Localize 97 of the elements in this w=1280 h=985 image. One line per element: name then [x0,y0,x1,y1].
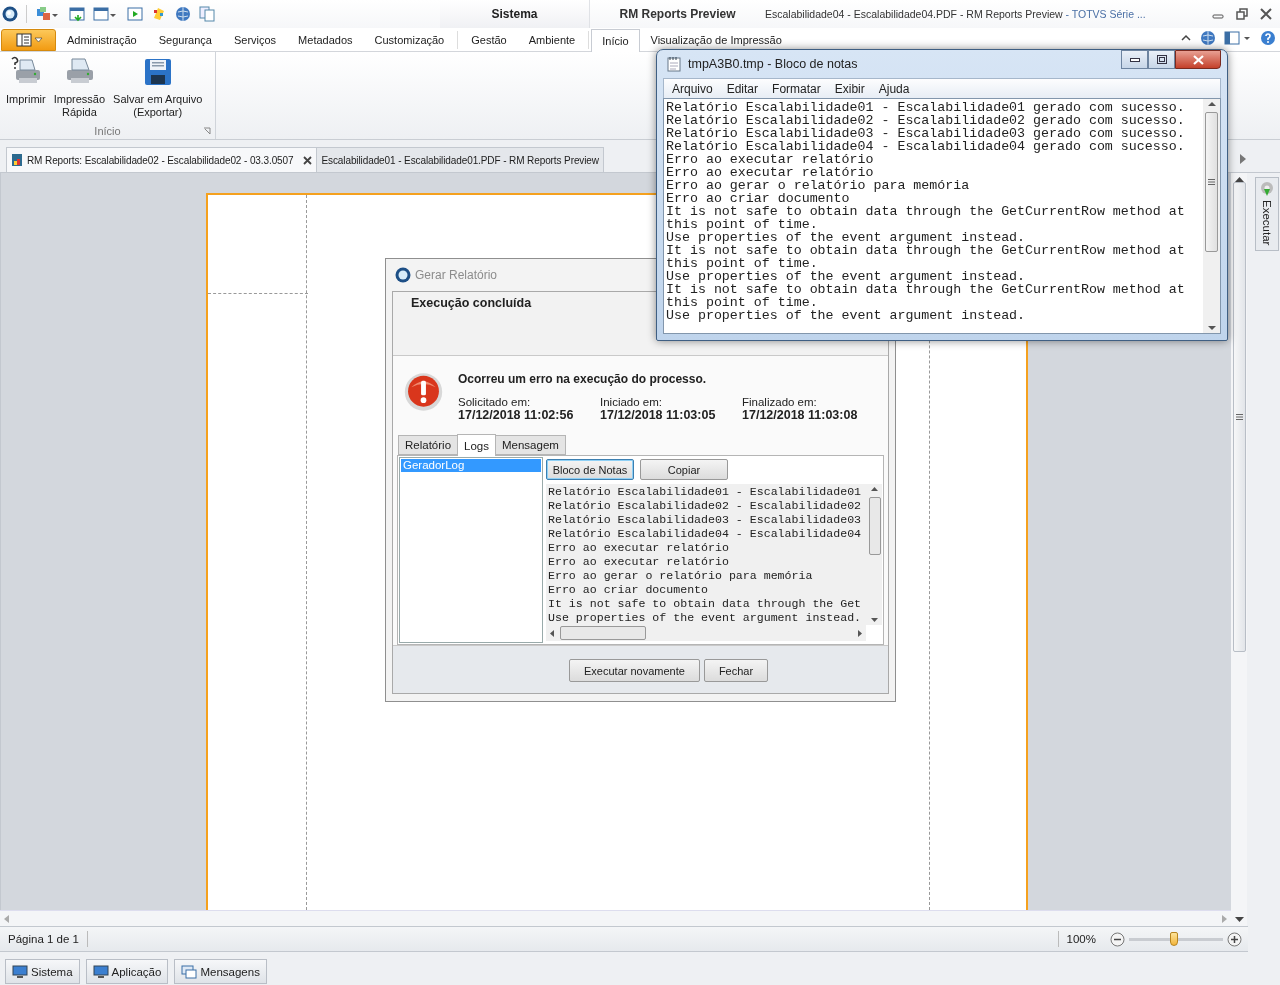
scroll-left-icon[interactable] [550,629,554,637]
scroll-up-icon[interactable] [871,487,878,491]
dialog-launcher-icon[interactable] [203,127,211,135]
dialog-tab[interactable]: Logs [457,434,496,456]
scroll-right-icon[interactable] [1240,154,1246,164]
run-window-icon[interactable] [127,6,143,22]
ribbon-tab[interactable]: Administração [56,31,148,48]
dialog-heading: Execução concluída [411,296,532,310]
ribbon-tab[interactable]: Gestão [460,31,518,48]
maximize-button[interactable] [1148,50,1175,69]
grip-icon [1235,414,1243,420]
computer-icon [12,964,28,979]
ribbon-tab[interactable]: Customização [363,31,456,48]
palette-icon[interactable] [151,6,167,22]
close-button[interactable]: Fechar [703,659,769,682]
page-indicator: Página 1 de 1 [8,933,79,945]
book-dropdown-icon [14,33,43,47]
scrollbar-thumb[interactable] [1205,112,1218,252]
group-label: Início [94,125,121,137]
dialog-tab[interactable]: Mensagem [494,435,566,455]
zoom-slider-thumb[interactable] [1170,931,1179,946]
time-label: Solicitado em: [458,396,532,408]
copy-pages-icon[interactable] [199,6,215,22]
zoom-level: 100% [1066,933,1096,945]
notepad-icon [666,56,682,72]
tab-label: RM Reports: Escalabilidade02 - Escalabilidade02 - 03.3.0507 [27,154,294,166]
scroll-down-icon[interactable] [871,618,878,622]
minimize-button[interactable] [1121,50,1148,69]
time-label: Finalizado em: [742,396,818,408]
zoom-in-icon[interactable] [1227,931,1242,947]
restore-icon[interactable] [1236,8,1248,20]
panel-tab[interactable]: Sistema [5,959,80,984]
report-icon [11,153,23,167]
log-text: Relatório Escalabilidade01 - Escalabilidade01 Relatório Escalabilidade02 - Escalabilidade02 Relatório Escalabilidade03 - Escalabilidade03 Relatório Escalabilidade04 - Escalabilidade04 Erro ao executar relatório Erro ao executar relatório Erro ao gerar o relatório para memória Erro ao criar documento It is not safe to obtain data through the Get Use properties of the event argument instead. [547,484,863,625]
menu-item[interactable]: Editar [726,81,759,96]
time-value: 17/12/2018 11:03:08 [742,408,859,422]
app-logo-icon [395,267,411,283]
text-content: Relatório Escalabilidade01 - Escalabilidade01 gerado com sucesso. Relatório Escalabilidade02 - Escalabilidade02 gerado com sucesso. Relatório Escalabilidade03 - Escalabilidade03 gerado com sucesso. Relatório Escalabilidade04 - Escalabilidade04 gerado com sucesso. Erro ao executar relatório Erro ao executar relatório Erro ao gerar o relatório para memória Erro ao criar documento It is not safe to obtain data through the GetCurrentRow method at this point of time. Use properties of the event argument instead. It is not safe to obtain data through the GetCurrentRow method at this point of time. Use properties of the event argument instead. It is not safe to obtain data through the GetCurrentRow method at this point of time. Use properties of the event argument instead. [665,99,1186,325]
application-menu-button[interactable] [1,29,56,51]
ribbon-tab[interactable]: Serviços [222,31,288,48]
help-icon[interactable] [1260,30,1276,46]
ribbon-button[interactable]: Imprimir [4,56,48,125]
close-button[interactable] [1175,50,1221,69]
app-logo-icon[interactable] [2,6,18,22]
cubes-dropdown-icon[interactable] [35,6,61,22]
close-icon[interactable] [1260,8,1272,20]
minimize-icon [1129,57,1140,62]
menu-item[interactable]: Exibir [834,81,865,96]
close-icon [1192,54,1204,65]
side-panel-label: Executar [1261,200,1273,246]
globe-icon[interactable] [1200,30,1216,46]
scrollbar-thumb[interactable] [560,626,646,640]
side-panel-tab[interactable]: Executar [1255,177,1279,251]
document-tab[interactable]: Escalabilidade01 - Escalabilidade01.PDF - RM Reports Preview [316,147,604,172]
messages-icon [181,964,198,979]
time-value: 17/12/2018 11:03:05 [600,408,717,422]
ribbon-tab[interactable]: Ambiente [517,31,587,48]
maximize-icon [1156,55,1167,64]
ribbon-tab[interactable]: Visualização de Impressão [639,31,793,48]
app-title: RM Reports Preview [618,6,737,23]
context-title: Sistema [440,0,590,28]
time-label: Iniciado em: [600,396,663,408]
layout-dropdown-icon[interactable] [1224,30,1252,46]
grip-icon [1208,179,1215,185]
scroll-down-icon[interactable] [1207,326,1216,330]
ribbon-tab[interactable]: Metadados [287,31,364,48]
globe-icon[interactable] [175,6,191,22]
scrollbar-thumb[interactable] [1232,182,1246,652]
window-dropdown-icon[interactable] [93,6,119,22]
scroll-right-icon[interactable] [858,629,862,637]
time-value: 17/12/2018 11:02:56 [458,408,575,422]
rerun-button[interactable]: Executar novamente [569,659,700,682]
scrollbar-thumb[interactable] [868,497,881,555]
ribbon-tab[interactable]: Início [591,29,640,52]
menu-item[interactable]: Arquivo [672,81,713,96]
scroll-down-icon[interactable] [1234,917,1244,922]
panel-tab[interactable]: Aplicação [85,959,169,984]
error-message: Ocorreu um erro na execução do processo. [458,372,708,386]
window-download-icon[interactable] [69,6,85,22]
menu-item[interactable]: Ajuda [878,81,910,96]
close-icon [303,155,313,165]
scroll-up-icon[interactable] [1207,102,1216,106]
ribbon-button[interactable]: Salvar em Arquivo (Exportar) [111,56,205,125]
panel-tab[interactable]: Mensagens [174,959,267,984]
menu-item[interactable]: Formatar [772,81,821,96]
dialog-title: Gerar Relatório [415,268,498,282]
computer-icon [92,964,109,979]
ribbon-tab[interactable]: Segurança [147,31,223,48]
dialog-tab[interactable]: Relatório [398,435,459,455]
copy-button[interactable]: Copiar [640,459,728,480]
notepad-button[interactable]: Bloco de Notas [546,459,634,480]
document-tab[interactable]: RM Reports: Escalabilidade02 - Escalabilidade02 - 03.3.0507 [6,147,318,172]
tab-label: Escalabilidade01 - Escalabilidade01.PDF - RM Reports Preview [321,154,599,166]
ribbon-button[interactable]: Impressão Rápida [51,56,108,125]
window-title: Escalabilidade04 - Escalabilidade04.PDF - RM Reports Preview - TOTVS Série ... [765,7,1147,22]
window-title: tmpA3B0.tmp - Bloco de notas [688,57,858,71]
zoom-out-icon[interactable] [1110,931,1125,947]
